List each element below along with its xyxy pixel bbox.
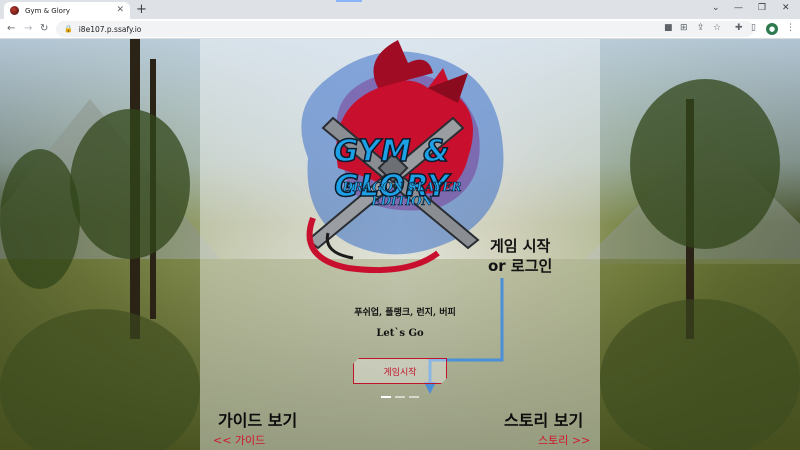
- lock-icon: 🔒: [64, 25, 73, 33]
- pager-dot-3[interactable]: [409, 396, 419, 398]
- close-window-button[interactable]: ✕: [782, 2, 790, 14]
- annotation-line-2: or 로그인: [488, 257, 553, 275]
- tab-title: Gym & Glory: [25, 6, 70, 15]
- restore-button[interactable]: ❐: [758, 2, 766, 14]
- menu-kebab-icon[interactable]: ⋮: [786, 22, 795, 35]
- foliage-right: [630, 79, 780, 249]
- annotation-line-1: 게임 시작: [489, 237, 551, 255]
- guide-title: 가이드 보기: [218, 411, 298, 430]
- logo-subtitle: DRAGON SLAYER EDITION: [342, 180, 462, 209]
- tab-search-icon[interactable]: ⌄: [712, 2, 720, 14]
- side-panel-icon[interactable]: ▯: [751, 22, 756, 35]
- carousel-pager: [381, 396, 419, 398]
- foliage-far-left: [0, 149, 80, 289]
- camera-icon[interactable]: ■: [664, 22, 673, 35]
- minimize-button[interactable]: —: [734, 2, 743, 14]
- exercise-list: 푸쉬업, 플랭크, 런지, 버피: [354, 308, 456, 318]
- extensions-icon[interactable]: ✚: [735, 22, 743, 35]
- new-tab-button[interactable]: +: [136, 2, 147, 17]
- start-game-button[interactable]: 게임시작: [353, 358, 447, 384]
- translate-icon[interactable]: ⊞: [680, 22, 688, 35]
- reload-button[interactable]: ↻: [40, 22, 48, 35]
- start-or-login-annotation: 게임 시작 or 로그인: [488, 236, 552, 276]
- forward-button[interactable]: →: [24, 22, 32, 35]
- bookmark-star-icon[interactable]: ☆: [713, 22, 721, 35]
- foliage-left: [70, 109, 190, 259]
- close-tab-icon[interactable]: ✕: [116, 6, 124, 15]
- guide-link[interactable]: << 가이드: [213, 432, 265, 448]
- profile-avatar[interactable]: ●: [766, 23, 778, 35]
- share-icon[interactable]: ⇪: [697, 22, 705, 35]
- back-button[interactable]: ←: [7, 22, 15, 35]
- favicon-icon: [10, 6, 19, 15]
- pager-dot-1[interactable]: [381, 396, 391, 398]
- tab-strip: Gym & Glory ✕ + ⌄ — ❐ ✕: [0, 0, 800, 19]
- tab-strip-accent: [336, 0, 362, 2]
- url-text: i8e107.p.ssafy.io: [78, 24, 142, 34]
- lets-go-text: Let`s Go: [376, 328, 424, 339]
- story-title: 스토리 보기: [504, 411, 584, 430]
- bush-right: [600, 299, 800, 450]
- browser-tab[interactable]: Gym & Glory ✕: [4, 2, 130, 19]
- pager-dot-2[interactable]: [395, 396, 405, 398]
- story-link[interactable]: 스토리 >>: [538, 432, 590, 448]
